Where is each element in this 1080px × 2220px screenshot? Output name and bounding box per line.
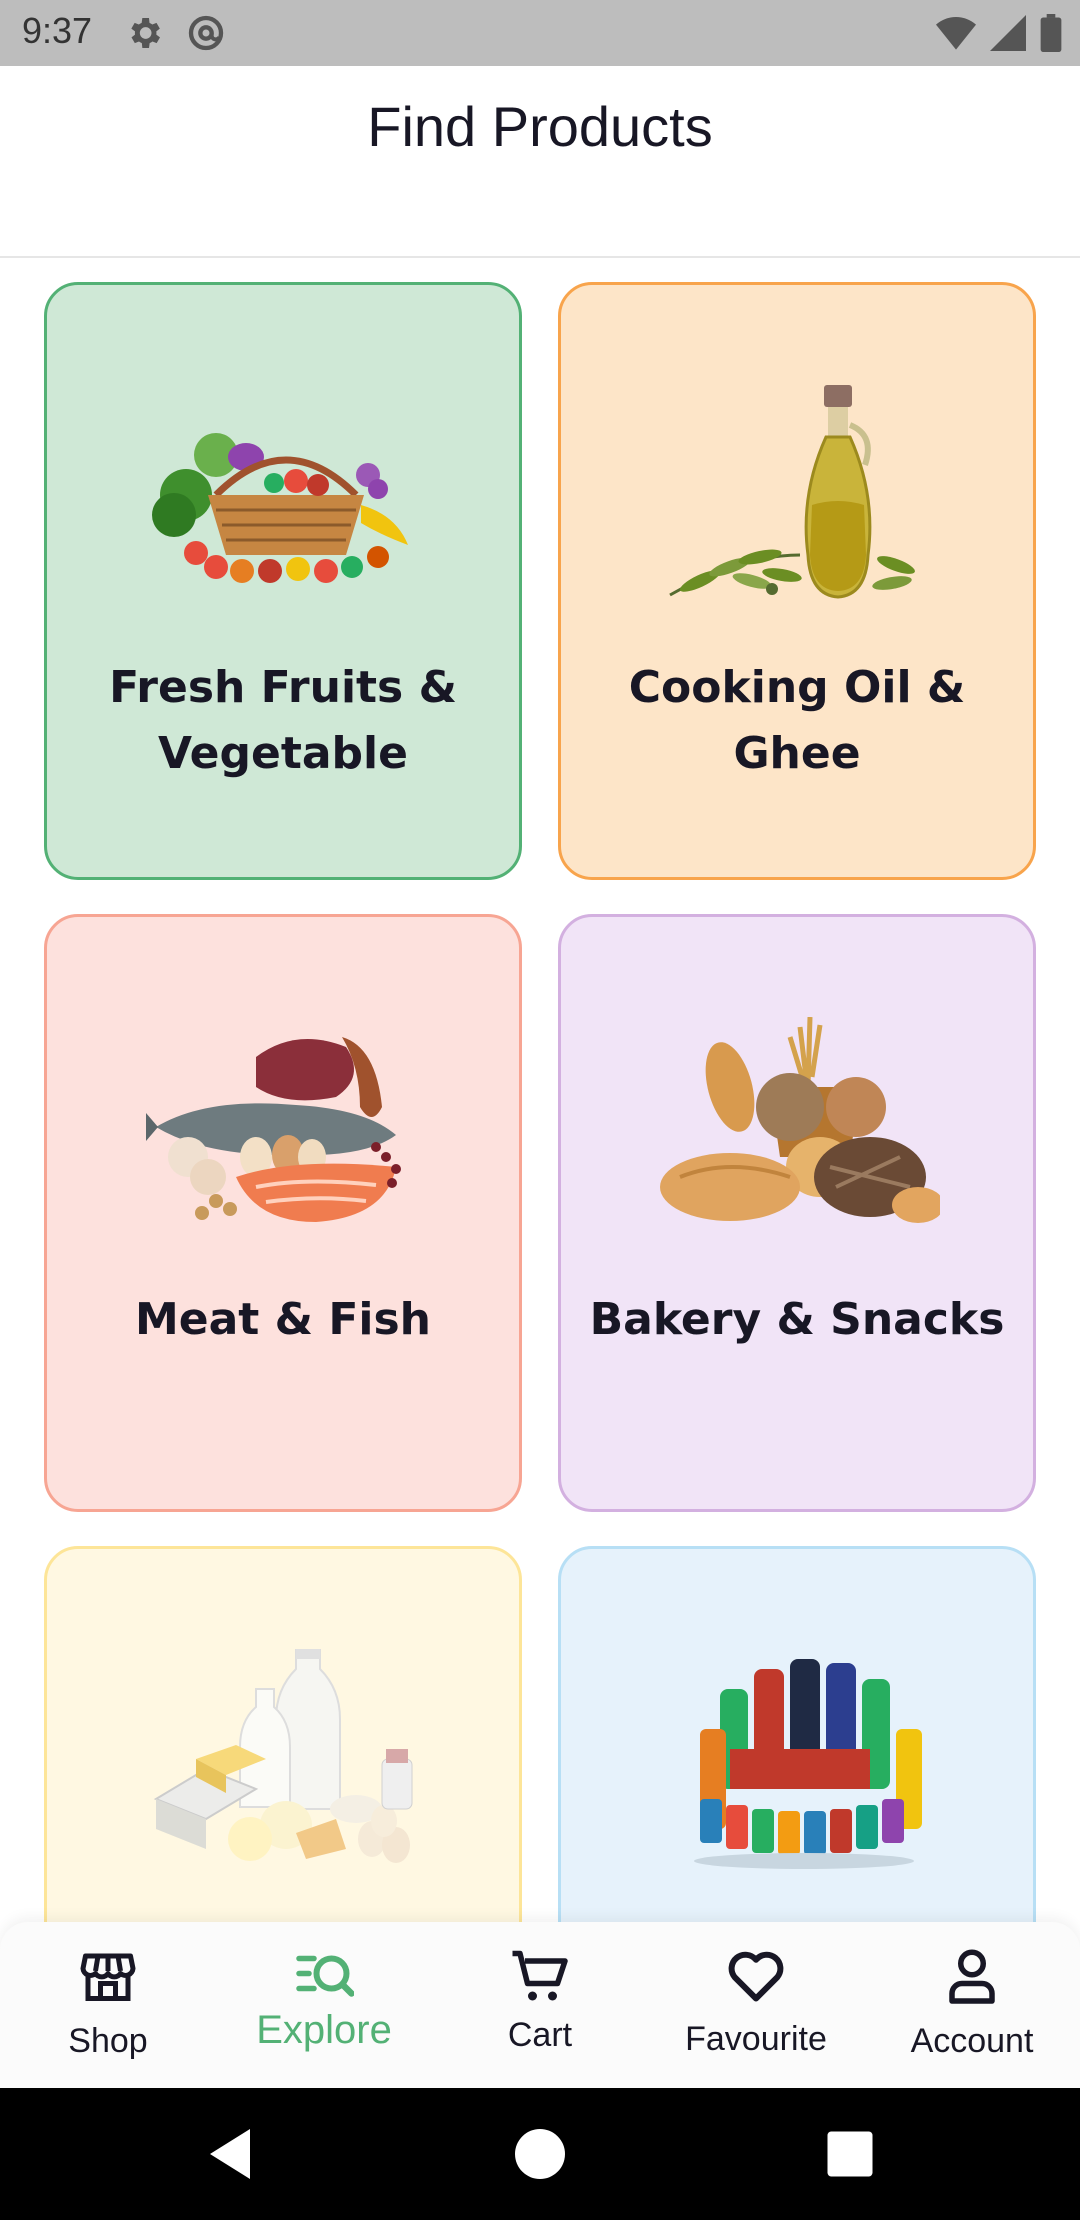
status-time: 9:37: [22, 10, 93, 51]
settings-icon: [131, 18, 160, 48]
bread-basket-image: [660, 1017, 940, 1223]
category-label: Meat & Fish: [134, 1294, 431, 1345]
category-card-fresh-fruits[interactable]: Fresh Fruits & Vegetable: [44, 282, 522, 880]
page-title: Find Products: [367, 95, 713, 158]
category-card-bakery-snacks[interactable]: Bakery & Snacks: [558, 914, 1036, 1512]
nav-label-account: Account: [910, 2022, 1034, 2060]
store-icon: [80, 1953, 136, 2001]
dairy-eggs-image: [153, 1649, 413, 1863]
cart-icon: [512, 1950, 568, 2001]
nav-label-explore: Explore: [256, 2008, 392, 2052]
recents-icon[interactable]: [820, 2124, 880, 2184]
wifi-icon: [936, 17, 976, 50]
category-card-dairy-eggs[interactable]: [44, 1546, 522, 1922]
status-bar: 9:37: [0, 0, 1080, 66]
nav-item-cart[interactable]: Cart: [432, 1922, 648, 2088]
at-sign-icon: [188, 15, 224, 51]
home-icon[interactable]: [510, 2124, 570, 2184]
explore-search-icon: [296, 1955, 354, 1997]
category-label: Cooking Oil & Ghee: [628, 662, 966, 779]
meat-fish-image: [146, 1037, 401, 1222]
category-card-meat-fish[interactable]: Meat & Fish: [44, 914, 522, 1512]
nav-item-account[interactable]: Account: [864, 1922, 1080, 2088]
person-icon: [949, 1949, 995, 2004]
olive-oil-bottle-image: [669, 385, 915, 599]
nav-item-favourite[interactable]: Favourite: [648, 1922, 864, 2088]
system-navigation-bar: [0, 2088, 1080, 2220]
nav-item-shop[interactable]: Shop: [0, 1922, 216, 2088]
signal-icon: [990, 15, 1026, 51]
bottom-navigation: Shop Explore Cart Favourite Account: [0, 1922, 1080, 2088]
nav-label-cart: Cart: [507, 2016, 573, 2054]
nav-label-favourite: Favourite: [685, 2020, 827, 2058]
heart-icon: [728, 1951, 784, 2002]
nav-item-explore[interactable]: Explore: [216, 1922, 432, 2088]
category-label: Fresh Fruits & Vegetable: [109, 662, 457, 779]
app-header: Find Products: [0, 66, 1080, 258]
category-grid[interactable]: Fresh Fruits & Vegetable Cooking Oil & G…: [0, 258, 1080, 1922]
category-card-beverages[interactable]: [558, 1546, 1036, 1922]
nav-label-shop: Shop: [68, 2022, 148, 2060]
category-card-cooking-oil[interactable]: Cooking Oil & Ghee: [558, 282, 1036, 880]
back-icon[interactable]: [200, 2124, 260, 2184]
battery-icon: [1040, 14, 1062, 52]
category-label: Bakery & Snacks: [589, 1294, 1005, 1345]
soft-drinks-image: [694, 1659, 922, 1869]
fruit-basket-image: [152, 433, 408, 583]
